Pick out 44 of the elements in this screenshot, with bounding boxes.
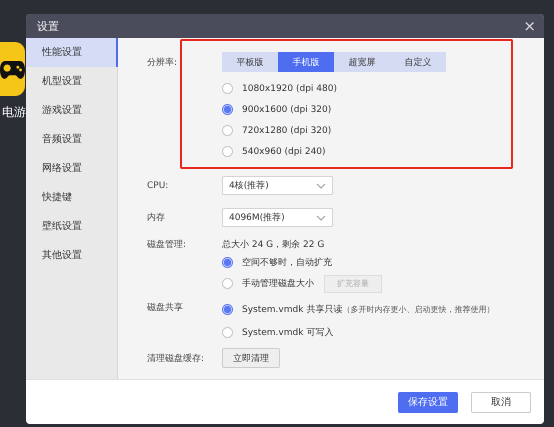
disk-summary: 总大小 24 G，剩余 22 G xyxy=(222,238,324,251)
radio-button[interactable] xyxy=(222,257,233,268)
sidebar-item[interactable]: 机型设置 xyxy=(26,67,117,96)
clean-button[interactable]: 立即清理 xyxy=(222,348,280,368)
disk-label: 磁盘管理: xyxy=(147,238,188,251)
close-button[interactable]: × xyxy=(521,18,538,34)
disk-option: 空间不够时，自动扩充 xyxy=(242,256,332,269)
gamepad-app-icon[interactable] xyxy=(0,42,25,96)
sidebar-item[interactable]: 游戏设置 xyxy=(26,96,117,125)
cpu-dropdown[interactable]: 4核(推荐) xyxy=(222,176,333,195)
chevron-down-icon xyxy=(316,214,326,220)
resolution-tab[interactable]: 手机版 xyxy=(278,52,334,72)
sidebar-item[interactable]: 快捷键 xyxy=(26,183,117,212)
memory-dropdown[interactable]: 4096M(推荐) xyxy=(222,208,333,227)
radio-button[interactable] xyxy=(222,104,233,115)
resolution-option: 540x960 (dpi 240) xyxy=(242,146,326,156)
sidebar-item[interactable]: 网络设置 xyxy=(26,154,117,183)
resolution-option: 720x1280 (dpi 320) xyxy=(242,126,332,136)
sidebar-item[interactable]: 壁纸设置 xyxy=(26,212,117,241)
share-note: （多开时内存更小、启动更快，推荐使用） xyxy=(342,304,494,315)
disk-option: 手动管理磁盘大小 xyxy=(242,277,314,290)
resolution-option: 900x1600 (dpi 320) xyxy=(242,104,332,114)
cache-label: 清理磁盘缓存: xyxy=(147,352,206,364)
radio-button[interactable] xyxy=(222,304,233,315)
window-title: 设置 xyxy=(37,18,59,34)
chevron-down-icon xyxy=(316,182,326,188)
disk-share-label: 磁盘共享 xyxy=(147,302,184,315)
radio-button[interactable] xyxy=(222,327,233,338)
radio-button[interactable] xyxy=(222,146,233,157)
share-option: System.vmdk 共享只读 xyxy=(242,303,342,316)
memory-label: 内存 xyxy=(147,212,166,224)
sidebar-item[interactable]: 其他设置 xyxy=(26,241,117,270)
save-button[interactable]: 保存设置 xyxy=(398,392,458,412)
sidebar-item[interactable]: 音频设置 xyxy=(26,125,117,154)
cpu-label: CPU: xyxy=(147,180,170,190)
resolution-label: 分辨率: xyxy=(147,56,178,68)
sidebar-item[interactable]: 性能设置 xyxy=(26,38,118,67)
radio-button[interactable] xyxy=(222,278,233,289)
radio-button[interactable] xyxy=(222,83,233,94)
app-name: 电游 xyxy=(2,104,26,121)
resolution-option: 1080x1920 (dpi 480) xyxy=(242,84,337,94)
radio-button[interactable] xyxy=(222,125,233,136)
cancel-button[interactable]: 取消 xyxy=(471,392,531,412)
share-option: System.vmdk 可写入 xyxy=(242,326,334,339)
